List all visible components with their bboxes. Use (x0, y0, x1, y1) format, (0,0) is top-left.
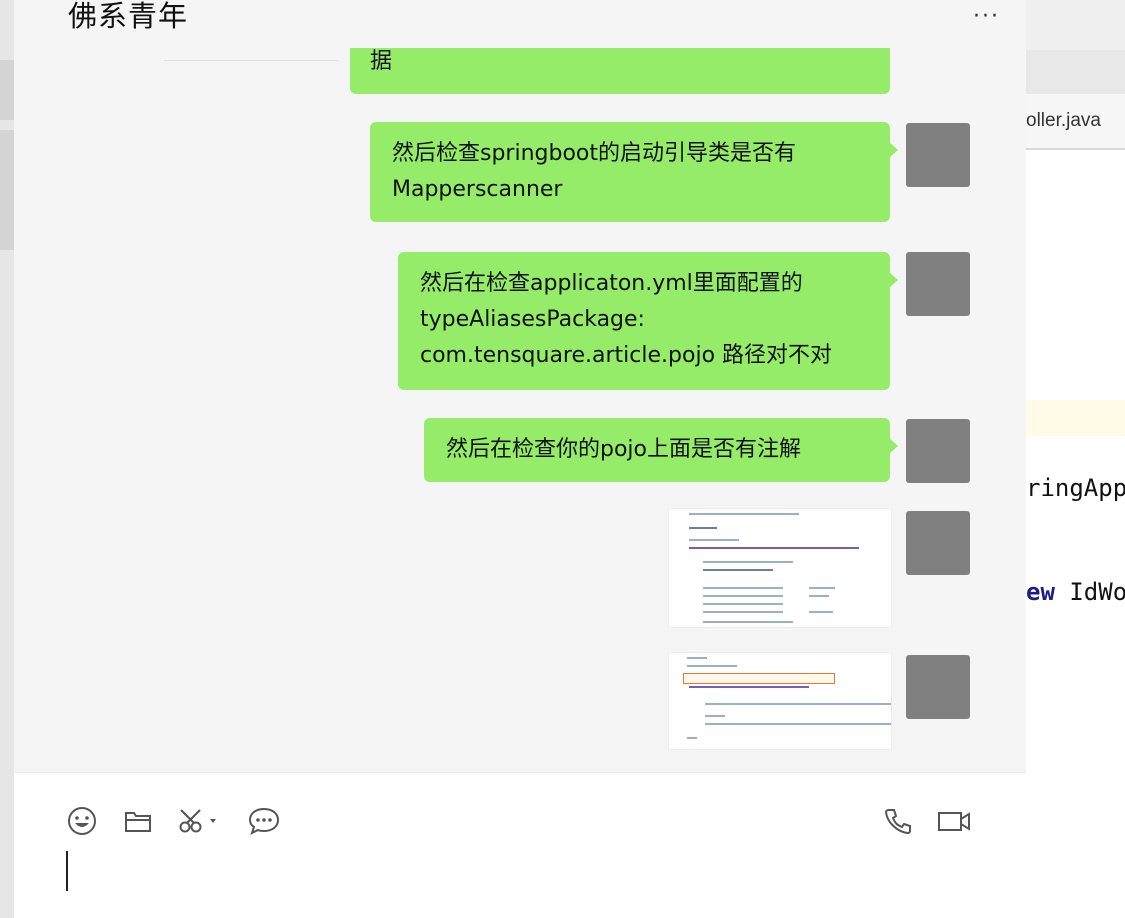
video-icon[interactable] (936, 803, 972, 839)
ide-code-line: ew IdWo (1026, 578, 1125, 606)
ide-highlighted-line (1026, 400, 1125, 436)
message-text: 然后检查springboot的启动引导类是否有Mapperscanner (392, 141, 797, 202)
message-bubble[interactable]: 然后检查springboot的启动引导类是否有Mapperscanner (370, 122, 898, 222)
message-text: 据 (370, 49, 393, 74)
avatar[interactable] (906, 511, 970, 575)
ide-code-line: ringApp (1026, 474, 1125, 502)
message-bubble[interactable]: 然后在检查你的pojo上面是否有注解 (424, 418, 898, 482)
message-text: 然后在检查applicaton.yml里面配置的typeAliasesPacka… (420, 271, 833, 368)
background-window-strip (0, 0, 14, 918)
background-ide-window: oller.java ringApp ew IdWo (1026, 0, 1125, 918)
avatar[interactable] (906, 655, 970, 719)
chat-title: 佛系青年 (68, 0, 189, 33)
scissors-icon[interactable] (176, 803, 224, 839)
phone-icon[interactable] (880, 803, 916, 839)
message-composer (14, 772, 1026, 918)
more-options-button[interactable]: ··· (973, 4, 1000, 29)
message-input[interactable] (66, 851, 68, 891)
message-text: 然后在检查你的pojo上面是否有注解 (446, 437, 801, 462)
image-message[interactable] (668, 508, 892, 628)
folder-icon[interactable] (120, 803, 156, 839)
chat-window: 据 然后检查springboot的启动引导类是否有Mapperscanner 然… (14, 0, 1026, 918)
ide-toolbar (1026, 50, 1125, 95)
chat-bubble-icon[interactable] (246, 803, 282, 839)
chat-header: 佛系青年 ··· (14, 0, 1026, 48)
divider (164, 60, 339, 61)
emoji-icon[interactable] (64, 803, 100, 839)
message-bubble[interactable]: 然后在检查applicaton.yml里面配置的typeAliasesPacka… (398, 252, 898, 390)
ide-toolbar (1026, 0, 1125, 51)
message-list[interactable]: 据 然后检查springboot的启动引导类是否有Mapperscanner 然… (14, 0, 1026, 772)
avatar[interactable] (906, 252, 970, 316)
image-message[interactable] (668, 652, 892, 750)
ide-tab-label: oller.java (1026, 110, 1101, 131)
message-bubble[interactable]: 据 (350, 48, 890, 94)
avatar[interactable] (906, 123, 970, 187)
avatar[interactable] (906, 419, 970, 483)
